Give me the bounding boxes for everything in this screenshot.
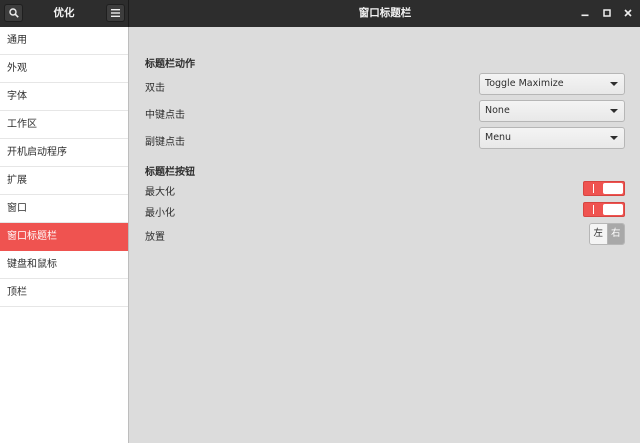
toggle-knob (603, 183, 623, 194)
toggle-on-mark (593, 184, 594, 193)
minimize-toggle[interactable] (583, 202, 625, 217)
double-click-select[interactable]: Toggle Maximize (479, 73, 625, 95)
dropdown-arrow-icon (610, 82, 618, 86)
middle-click-value: None (485, 105, 510, 116)
toggle-knob (603, 204, 623, 215)
toggle-on-mark (593, 205, 594, 214)
titlebar-buttons-heading: 标题栏按钮 (145, 167, 195, 178)
placement-label: 放置 (145, 232, 165, 243)
sidebar: 通用 外观 字体 工作区 开机启动程序 扩展 窗口 窗口标题栏 键盘和鼠标 顶栏 (0, 27, 129, 443)
hamburger-menu-icon (111, 9, 120, 17)
sidebar-item-general[interactable]: 通用 (0, 27, 128, 55)
page-title: 窗口标题栏 (358, 7, 412, 19)
placement-left-button[interactable]: 左 (590, 224, 608, 244)
middle-click-select[interactable]: None (479, 100, 625, 122)
sidebar-header: 优化 (0, 0, 128, 27)
sidebar-item-extensions[interactable]: 扩展 (0, 167, 128, 195)
menu-button[interactable] (106, 4, 125, 22)
sidebar-item-workspaces[interactable]: 工作区 (0, 111, 128, 139)
close-icon (624, 9, 632, 17)
secondary-click-value: Menu (485, 132, 512, 143)
minimize-label: 最小化 (145, 208, 175, 219)
placement-segmented-control: 左 右 (589, 223, 625, 245)
sidebar-item-top-bar[interactable]: 顶栏 (0, 279, 128, 307)
maximize-button[interactable] (600, 6, 614, 20)
double-click-label: 双击 (145, 83, 165, 94)
main-header: 窗口标题栏 (128, 0, 640, 27)
minimize-button[interactable] (578, 6, 592, 20)
content-panel: 标题栏动作 双击 Toggle Maximize 中键点击 None 副键点击 … (129, 27, 640, 443)
close-button[interactable] (621, 6, 635, 20)
secondary-click-label: 副键点击 (145, 137, 185, 148)
sidebar-item-appearance[interactable]: 外观 (0, 55, 128, 83)
maximize-toggle[interactable] (583, 181, 625, 196)
maximize-label: 最大化 (145, 187, 175, 198)
dropdown-arrow-icon (610, 109, 618, 113)
sidebar-item-window-titlebars[interactable]: 窗口标题栏 (0, 223, 128, 251)
sidebar-item-keyboard-mouse[interactable]: 键盘和鼠标 (0, 251, 128, 279)
minimize-icon (581, 14, 589, 17)
secondary-click-select[interactable]: Menu (479, 127, 625, 149)
middle-click-label: 中键点击 (145, 110, 185, 121)
sidebar-item-startup-applications[interactable]: 开机启动程序 (0, 139, 128, 167)
titlebar-actions-heading: 标题栏动作 (145, 59, 195, 70)
dropdown-arrow-icon (610, 136, 618, 140)
double-click-value: Toggle Maximize (485, 78, 564, 89)
header-bar: 优化 窗口标题栏 (0, 0, 640, 27)
maximize-icon (603, 9, 611, 17)
placement-right-button[interactable]: 右 (607, 224, 624, 244)
sidebar-item-windows[interactable]: 窗口 (0, 195, 128, 223)
sidebar-item-fonts[interactable]: 字体 (0, 83, 128, 111)
